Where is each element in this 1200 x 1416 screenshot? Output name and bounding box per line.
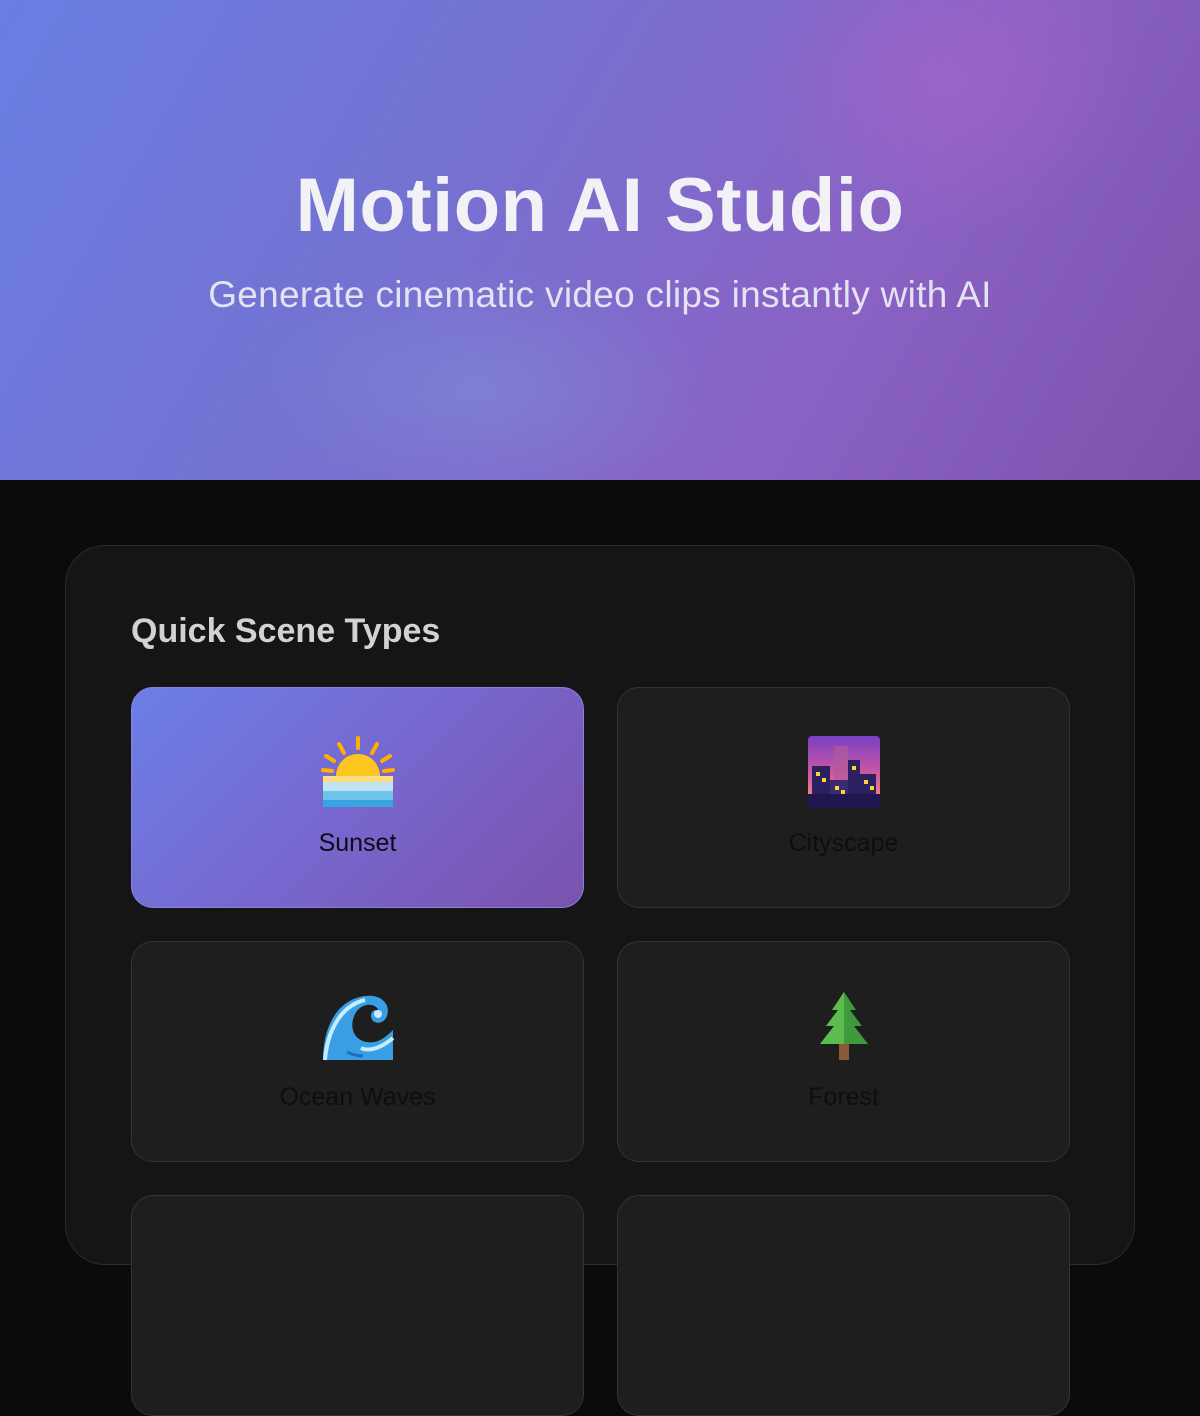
scene-card-sunset[interactable]: Sunset (131, 687, 584, 908)
scene-card-label: Sunset (318, 829, 397, 857)
scene-card-label: Ocean Waves (279, 1083, 436, 1111)
scene-card-partial-left[interactable] (131, 1195, 584, 1416)
scene-card-cityscape[interactable]: Cityscape (617, 687, 1070, 908)
scene-types-heading: Quick Scene Types (131, 612, 441, 650)
sunrise-over-water-icon (132, 736, 583, 816)
app-title: Motion AI Studio (295, 163, 905, 248)
app-subtitle: Generate cinematic video clips instantly… (208, 274, 992, 315)
scene-card-label: Cityscape (788, 829, 899, 857)
scene-card-forest[interactable]: Forest (617, 941, 1070, 1162)
hero-banner: Motion AI Studio Generate cinematic vide… (0, 0, 1200, 480)
scene-types-panel: Quick Scene Types Sunset Cityscape Ocean… (65, 545, 1135, 1416)
evergreen-tree-icon (618, 990, 1069, 1070)
water-wave-icon (132, 990, 583, 1070)
scene-card-partial-right[interactable] (617, 1195, 1070, 1416)
scene-card-label: Forest (808, 1083, 879, 1111)
scene-card-ocean-waves[interactable]: Ocean Waves (131, 941, 584, 1162)
city-dusk-icon (618, 736, 1069, 816)
